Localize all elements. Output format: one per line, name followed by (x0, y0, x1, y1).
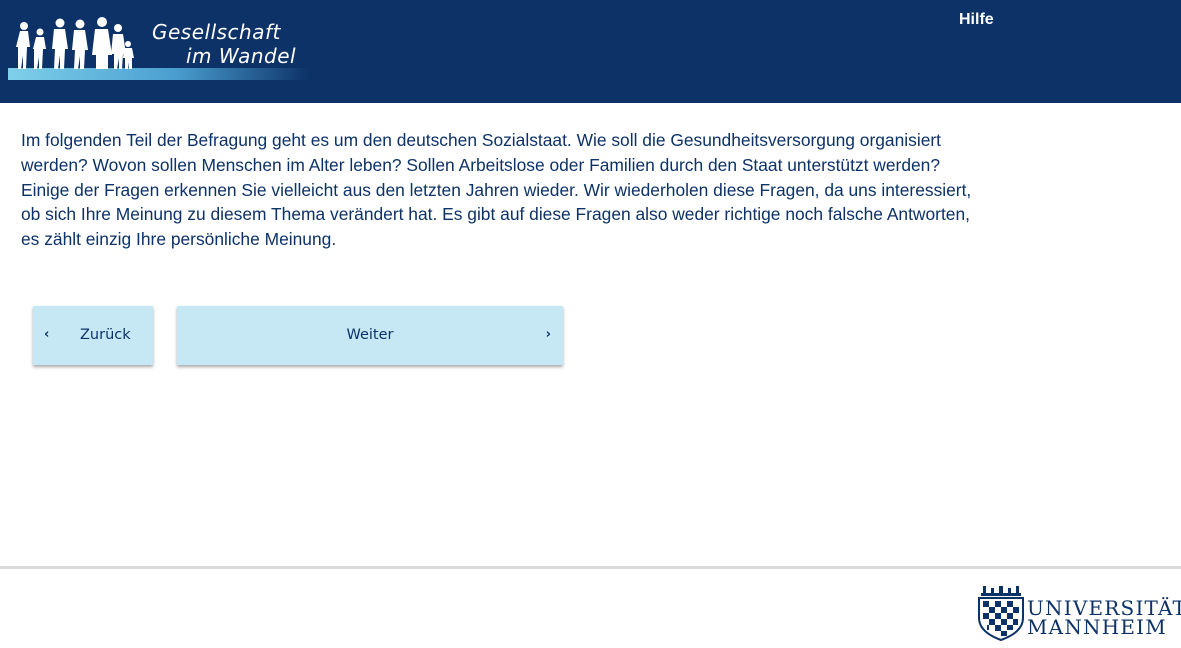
header-bar: Gesellschaft im Wandel Hilfe (0, 0, 1181, 103)
chevron-left-icon: ‹ (44, 327, 50, 342)
footer-divider (0, 566, 1181, 569)
university-crest-icon (978, 586, 1024, 642)
intro-text: Im folgenden Teil der Befragung geht es … (21, 130, 972, 250)
logo-title-line1: Gesellschaft (152, 20, 281, 44)
help-link[interactable]: Hilfe (959, 11, 994, 29)
logo-title-line2: im Wandel (186, 44, 297, 68)
university-name-line2: MANNHEIM (1027, 615, 1167, 639)
back-button-label: Zurück (80, 327, 131, 343)
chevron-right-icon: › (545, 327, 551, 342)
next-button[interactable]: Weiter › (177, 306, 563, 365)
next-button-label: Weiter (346, 327, 394, 343)
universitaet-mannheim-logo: UNIVERSITÄT MANNHEIM (975, 584, 1181, 642)
gesellschaft-im-wandel-logo: Gesellschaft im Wandel (8, 10, 310, 84)
back-button[interactable]: ‹ Zurück (33, 306, 153, 365)
